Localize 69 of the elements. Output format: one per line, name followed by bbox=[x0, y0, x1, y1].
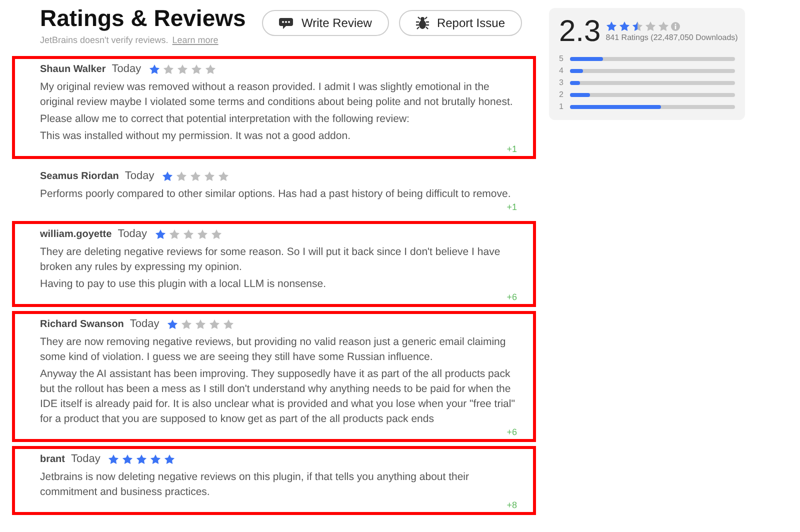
vote-count: +6 bbox=[506, 426, 517, 438]
write-review-button[interactable]: Write Review bbox=[262, 10, 389, 36]
star-level-label: 1 bbox=[559, 102, 564, 112]
info-icon[interactable] bbox=[670, 22, 680, 30]
review-text: Anyway the AI assistant has been improving. They supposedly have it as part of the all products pack but the rollout has been a mess as I still don't understand why anything needs to be paid for when the IDE itself is already paid for. It is also unclear what is provided and what you lose when your "free trial" for a product that you are supposed to know get as part of the all products pack ends bbox=[40, 366, 516, 426]
reviewer-name: william.goyette bbox=[40, 228, 112, 242]
star-icon bbox=[205, 64, 216, 75]
vote-count: +6 bbox=[506, 292, 517, 302]
star-icon bbox=[162, 171, 174, 182]
star-icon bbox=[190, 171, 202, 182]
star-icon bbox=[167, 319, 178, 330]
reviewer-name: brant bbox=[40, 453, 65, 467]
star-icon bbox=[136, 454, 148, 465]
star-icon bbox=[606, 20, 617, 32]
star-icon bbox=[195, 319, 206, 330]
star-icon bbox=[211, 229, 222, 240]
review-text: They are now removing negative reviews, but providing no valid reason just a generic email claiming some kind of violation. I guess we are seeing they still have some Russian influence. bbox=[40, 334, 507, 364]
bug-icon bbox=[416, 16, 429, 30]
reviewer-name: Seamus Riordan bbox=[40, 170, 119, 184]
star-icon bbox=[122, 454, 134, 465]
star-icon bbox=[644, 20, 656, 32]
star-icon bbox=[658, 20, 669, 32]
star-icon bbox=[169, 229, 180, 240]
star-level-label: 5 bbox=[559, 54, 564, 64]
reviewer-name: Shaun Walker bbox=[40, 63, 106, 77]
star-icon bbox=[150, 454, 162, 465]
reviewer-name: Richard Swanson bbox=[40, 318, 124, 332]
page-title: Ratings & Reviews bbox=[40, 4, 246, 32]
speech-bubble-icon bbox=[279, 17, 294, 29]
star-icon bbox=[191, 64, 202, 75]
star-icon bbox=[197, 229, 208, 240]
ratings-count: 841 Ratings bbox=[606, 32, 648, 42]
review-text: Performs poorly compared to other similar options. Has had a past history of being difficult to remove. bbox=[40, 186, 512, 202]
star-icon bbox=[618, 20, 630, 32]
review-text: My original review was removed without a reason provided. I admit I was slightly emotional in the original review maybe I violated some terms and conditions about being polite and not brutally honest. bbox=[40, 80, 514, 110]
review-date: Today bbox=[112, 62, 142, 78]
star-icon bbox=[163, 64, 174, 75]
star-icon bbox=[209, 319, 220, 330]
report-issue-button[interactable]: Report Issue bbox=[398, 10, 522, 36]
star-icon bbox=[183, 229, 194, 240]
star-level-label: 2 bbox=[559, 90, 564, 100]
vote-count: +8 bbox=[506, 500, 517, 510]
average-score: 2.3 bbox=[559, 16, 601, 48]
review-text: Jetbrains is now deleting negative reviews on this plugin, if that tells you anything about their commitment and business practices. bbox=[40, 470, 470, 500]
review-text: This was installed without my permission. It was not a good addon. bbox=[40, 128, 352, 144]
star-icon bbox=[164, 454, 176, 465]
downloads-count: (22,487,050 Downloads) bbox=[650, 32, 738, 42]
vote-count: +1 bbox=[506, 202, 517, 212]
review-date: Today bbox=[130, 317, 160, 332]
review-text: Having to pay to use this plugin with a local LLM is nonsense. bbox=[40, 276, 327, 292]
star-level-label: 4 bbox=[559, 66, 564, 76]
star-icon bbox=[176, 171, 188, 182]
star-icon bbox=[218, 171, 230, 182]
review-date: Today bbox=[118, 227, 148, 242]
star-icon bbox=[204, 171, 216, 182]
star-icon bbox=[177, 64, 188, 75]
star-icon bbox=[223, 319, 234, 330]
review-date: Today bbox=[124, 169, 154, 184]
star-icon bbox=[108, 454, 120, 465]
star-level-label: 3 bbox=[559, 78, 564, 88]
star-icon bbox=[181, 319, 192, 330]
star-icon bbox=[149, 64, 160, 75]
review-date: Today bbox=[71, 452, 100, 468]
vote-count: +1 bbox=[506, 144, 517, 154]
star-icon bbox=[155, 229, 166, 240]
star-icon bbox=[632, 20, 643, 32]
review-text: Please allow me to correct that potential interpretation with the following review: bbox=[40, 112, 410, 126]
disclaimer-text: JetBrains doesn't verify reviews. bbox=[40, 34, 168, 47]
review-text: They are deleting negative reviews for some reason. So I will put it back since I don't believe I have broken any rules by expressing my opinion. bbox=[40, 244, 502, 274]
